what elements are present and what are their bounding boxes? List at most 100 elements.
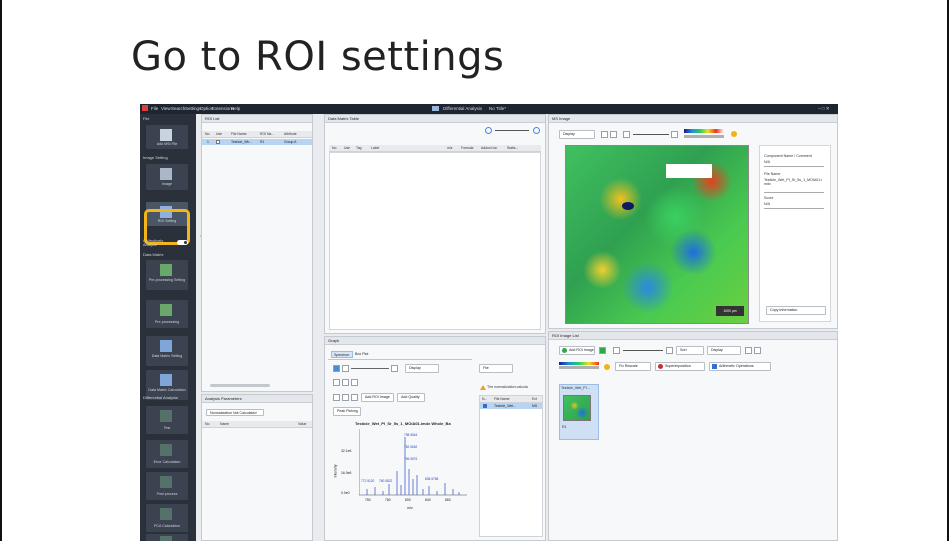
dm-col-label[interactable]: Label bbox=[371, 146, 379, 150]
graph-slider-track[interactable] bbox=[351, 368, 389, 369]
error-calculation-button[interactable]: Error Calculation bbox=[146, 440, 188, 468]
dm-col-use[interactable]: Use bbox=[344, 146, 350, 150]
dm-col-formula[interactable]: Formula bbox=[461, 146, 473, 150]
zoom-out-icon[interactable] bbox=[485, 127, 492, 134]
ms-settings-icon[interactable] bbox=[731, 131, 737, 137]
dm-col-no[interactable]: No. bbox=[332, 146, 337, 150]
dm-col-mz[interactable]: m/z bbox=[447, 146, 452, 150]
ap-col-no[interactable]: No. bbox=[205, 422, 210, 426]
graph-settings-icon[interactable] bbox=[351, 394, 358, 401]
roi-list-scrollbar[interactable] bbox=[210, 384, 270, 387]
window-controls[interactable]: – □ ✕ bbox=[818, 106, 830, 112]
ms-zoom-slider[interactable] bbox=[633, 134, 669, 135]
data-matrix-zoom-slider[interactable] bbox=[485, 127, 543, 135]
roi-col-attr[interactable]: Attribute bbox=[284, 132, 297, 136]
roi-color-scale[interactable] bbox=[559, 362, 599, 365]
graph-pin-icon[interactable] bbox=[342, 365, 349, 372]
copy-information-button[interactable]: Copy Information bbox=[766, 306, 826, 315]
dm-col-statistics[interactable]: Statis... bbox=[507, 146, 518, 150]
roi-color-scale-range[interactable] bbox=[559, 366, 599, 369]
graph-save-icon[interactable] bbox=[342, 394, 349, 401]
roi-settings-icon[interactable] bbox=[604, 364, 610, 370]
graph-display-label: Display bbox=[409, 366, 421, 370]
file-row-checkbox[interactable] bbox=[483, 404, 487, 408]
extra-sidebar-button[interactable] bbox=[146, 534, 188, 541]
graph-fit-icon[interactable] bbox=[333, 379, 340, 386]
ap-col-value[interactable]: Value bbox=[298, 422, 306, 426]
add-roi-image-button[interactable]: Add ROI Image bbox=[559, 346, 595, 355]
peak-label-2: 782.5662 bbox=[404, 445, 418, 449]
menu-view[interactable]: View bbox=[161, 106, 171, 111]
file-col-no[interactable]: N... bbox=[482, 397, 487, 401]
roi-image-zoom-slider[interactable] bbox=[623, 350, 663, 351]
roi-list-row[interactable]: 1 Testicle_Wh... R1 Group A bbox=[202, 139, 312, 145]
menu-search[interactable]: Search bbox=[171, 106, 185, 111]
roi-col-file[interactable]: File Name bbox=[231, 132, 246, 136]
graph-view-toggle-icon[interactable] bbox=[333, 365, 340, 372]
data-matrix-setting-button[interactable]: Data Matrix Setting bbox=[146, 336, 188, 366]
pca-calculation-button[interactable]: PCA Calculation bbox=[146, 504, 188, 532]
file-list-row[interactable]: Testicle_Wet... MS bbox=[480, 403, 542, 409]
ms-zoom-out-icon[interactable] bbox=[623, 131, 630, 138]
file-dropdown[interactable]: File bbox=[479, 364, 513, 373]
menu-settings[interactable]: Settings bbox=[185, 106, 201, 111]
file-col-name[interactable]: File Name bbox=[494, 397, 509, 401]
file-col-ext[interactable]: Ext bbox=[532, 397, 537, 401]
graph-table-icon[interactable] bbox=[351, 379, 358, 386]
peak-label-1: 798.5544 bbox=[404, 433, 418, 437]
add-roi-image-graph-button[interactable]: Add ROI Image bbox=[361, 393, 394, 402]
roi-image-item[interactable]: Testicle_Wet_PI... R1 bbox=[559, 384, 599, 440]
roi-image-save-icon[interactable] bbox=[599, 347, 606, 354]
roi-row-use-checkbox[interactable] bbox=[216, 140, 220, 144]
roi-col-use[interactable]: Use bbox=[216, 132, 222, 136]
graph-chart-icon[interactable] bbox=[342, 379, 349, 386]
roi-col-roi[interactable]: ROI Na... bbox=[260, 132, 274, 136]
normalization-label: Normalization Not Calculated bbox=[210, 411, 257, 415]
collectively-analyze-toggle[interactable] bbox=[177, 240, 188, 245]
peak-picking-button[interactable]: Peak Picking bbox=[333, 407, 361, 416]
menu-help[interactable]: Help bbox=[231, 106, 240, 111]
roi-display-dropdown[interactable]: Display bbox=[707, 346, 741, 355]
analysis-icon bbox=[432, 106, 439, 111]
roi-image-list-title: ROI Image List bbox=[552, 333, 579, 338]
ap-col-name[interactable]: Name bbox=[220, 422, 229, 426]
sort-dropdown[interactable]: Sort bbox=[676, 346, 704, 355]
analysis-parameters-panel: Analysis Parameters Normalization Not Ca… bbox=[201, 394, 313, 541]
ms-zoom-in-icon[interactable] bbox=[671, 131, 678, 138]
ms-display-dropdown[interactable]: Display bbox=[559, 130, 595, 139]
graph-display-dropdown[interactable]: Display bbox=[405, 364, 439, 373]
roi-image-zoom-out-icon[interactable] bbox=[613, 347, 620, 354]
tab-spectrum[interactable]: Spectrum bbox=[331, 351, 353, 358]
graph-zoom-icon[interactable] bbox=[391, 365, 398, 372]
preprocessing-setting-button[interactable]: Pre-processing Setting bbox=[146, 260, 188, 290]
tab-box-plot[interactable]: Box Plot bbox=[355, 352, 368, 356]
fix-rescale-button[interactable]: Fix Rescale bbox=[615, 362, 651, 371]
superimposition-button[interactable]: Superimposition bbox=[655, 362, 705, 371]
ms-color-scale-range[interactable] bbox=[684, 135, 724, 138]
test-button[interactable]: Test bbox=[146, 406, 188, 434]
normalization-button[interactable]: Normalization Not Calculated bbox=[206, 409, 264, 416]
add-msi-file-button[interactable]: Add MSI File bbox=[146, 125, 188, 149]
post-process-button[interactable]: Post process bbox=[146, 472, 188, 500]
image-button[interactable]: Image bbox=[146, 164, 188, 190]
preprocessing-button[interactable]: Pre-processing bbox=[146, 300, 188, 328]
ms-color-scale[interactable] bbox=[684, 129, 724, 133]
spectrum-plot: Testicle_Wet_PI_Sr_5s_1_MOIA01.imdx Whol… bbox=[333, 417, 473, 525]
roi-reset-icon[interactable] bbox=[754, 347, 761, 354]
ms-heatmap-image[interactable]: 1000 µm bbox=[565, 145, 749, 324]
zoom-in-icon[interactable] bbox=[533, 127, 540, 134]
graph-copy-icon[interactable] bbox=[333, 394, 340, 401]
roi-list-columns: No. Use File Name ROI Na... Attribute bbox=[202, 131, 312, 138]
menu-file[interactable]: File bbox=[151, 106, 158, 111]
add-quality-button[interactable]: Add Quality bbox=[397, 393, 425, 402]
dm-col-tag[interactable]: Tag bbox=[356, 146, 361, 150]
roi-image-zoom-in-icon[interactable] bbox=[666, 347, 673, 354]
copy-information-label: Copy Information bbox=[770, 308, 798, 312]
arithmetic-operations-button[interactable]: Arithmetic Operations bbox=[709, 362, 771, 371]
ms-reset-icon[interactable] bbox=[610, 131, 617, 138]
data-matrix-grid bbox=[329, 152, 541, 330]
ms-fit-icon[interactable] bbox=[601, 131, 608, 138]
roi-col-no[interactable]: No. bbox=[205, 132, 210, 136]
dm-col-adduct[interactable]: Adduct Ion bbox=[481, 146, 497, 150]
roi-fit-icon[interactable] bbox=[745, 347, 752, 354]
